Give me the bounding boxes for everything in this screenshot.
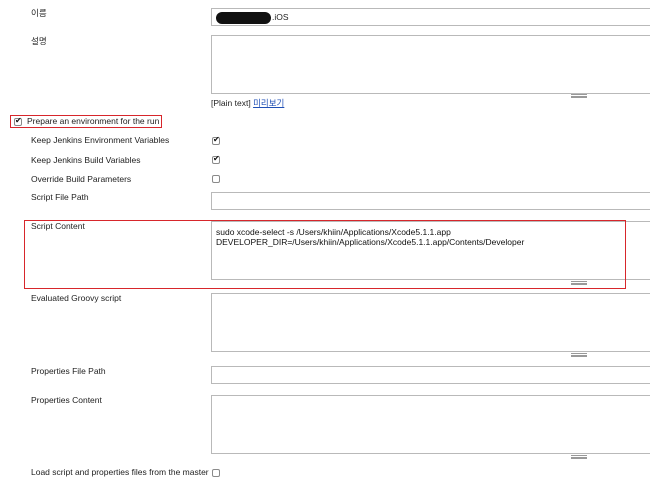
properties-content-textarea[interactable]	[211, 395, 650, 454]
override-params-label: Override Build Parameters	[31, 174, 132, 184]
keep-env-vars-checkbox[interactable]: ✔	[212, 135, 220, 145]
prepare-env-label: Prepare an environment for the run	[27, 116, 160, 126]
override-params-checkbox[interactable]	[212, 175, 220, 183]
description-label: 설명	[31, 36, 47, 46]
description-textarea[interactable]	[211, 35, 650, 94]
resize-grip-icon[interactable]	[571, 94, 587, 98]
check-icon: ✔	[213, 135, 220, 144]
load-from-master-label: Load script and properties files from th…	[31, 467, 209, 477]
preview-link[interactable]: 미리보기	[253, 98, 284, 108]
prepare-env-checkbox[interactable]: ✔	[14, 116, 22, 126]
keep-env-vars-label: Keep Jenkins Environment Variables	[31, 135, 170, 145]
script-file-path-input[interactable]	[211, 192, 650, 210]
resize-grip-icon[interactable]	[571, 353, 587, 357]
load-from-master-checkbox[interactable]	[212, 469, 220, 477]
name-input[interactable]: .iOS	[211, 8, 650, 26]
redaction-mask	[216, 12, 271, 24]
groovy-script-label: Evaluated Groovy script	[31, 293, 122, 303]
script-content-highlight	[24, 220, 626, 289]
keep-build-vars-checkbox[interactable]: ✔	[212, 154, 220, 164]
check-icon: ✔	[213, 154, 220, 163]
check-icon: ✔	[15, 116, 22, 125]
plain-text-note: [Plain text]	[211, 98, 251, 108]
properties-file-path-label: Properties File Path	[31, 366, 106, 376]
name-value-suffix: .iOS	[272, 12, 289, 22]
resize-grip-icon[interactable]	[571, 455, 587, 459]
properties-file-path-input[interactable]	[211, 366, 650, 384]
name-label: 이름	[31, 8, 47, 18]
keep-build-vars-label: Keep Jenkins Build Variables	[31, 155, 141, 165]
groovy-script-textarea[interactable]	[211, 293, 650, 352]
script-file-path-label: Script File Path	[31, 192, 89, 202]
properties-content-label: Properties Content	[31, 395, 102, 405]
description-format-row: [Plain text] 미리보기	[211, 97, 284, 109]
